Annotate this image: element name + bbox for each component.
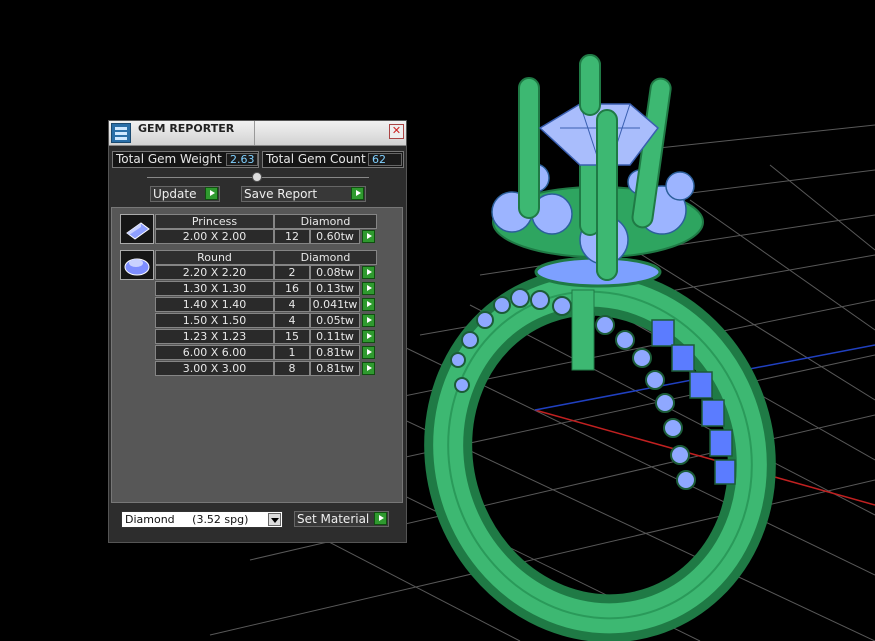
update-button[interactable]: Update xyxy=(150,186,220,202)
gem-size-cell: 1.50 X 1.50 xyxy=(155,313,274,328)
gem-size-cell: 2.20 X 2.20 xyxy=(155,265,274,280)
gem-count-cell: 4 xyxy=(274,313,310,328)
gem-count-cell: 1 xyxy=(274,345,310,360)
gem-size-cell: 1.40 X 1.40 xyxy=(155,297,274,312)
panel-slider-handle[interactable] xyxy=(252,172,262,182)
gem-size-cell: 1.30 X 1.30 xyxy=(155,281,274,296)
play-icon xyxy=(374,512,387,525)
select-gem-button[interactable] xyxy=(362,230,375,243)
play-icon xyxy=(205,187,218,200)
gem-weight-cell: 0.041tw xyxy=(310,297,360,312)
group-shape-header: Princess xyxy=(155,214,274,229)
gem-count-cell: 12 xyxy=(274,229,310,244)
gem-weight-cell: 0.05tw xyxy=(310,313,360,328)
gem-count-cell: 2 xyxy=(274,265,310,280)
set-material-button[interactable]: Set Material xyxy=(294,511,389,527)
total-gem-count-value: 62 xyxy=(368,153,402,166)
princess-gem-icon xyxy=(120,214,154,244)
total-gem-count: Total Gem Count 62 xyxy=(262,151,404,168)
close-icon[interactable]: ✕ xyxy=(389,124,404,139)
gem-count-cell: 16 xyxy=(274,281,310,296)
gem-weight-cell: 0.13tw xyxy=(310,281,360,296)
gem-size-cell: 3.00 X 3.00 xyxy=(155,361,274,376)
select-gem-button[interactable] xyxy=(362,330,375,343)
total-gem-weight-label: Total Gem Weight xyxy=(116,152,222,166)
group-material-header: Diamond xyxy=(274,250,377,265)
play-icon xyxy=(351,187,364,200)
set-material-button-label: Set Material xyxy=(297,512,370,526)
group-material-header: Diamond xyxy=(274,214,377,229)
gem-count-cell: 4 xyxy=(274,297,310,312)
gem-weight-cell: 0.81tw xyxy=(310,361,360,376)
gem-count-cell: 15 xyxy=(274,329,310,344)
total-gem-count-label: Total Gem Count xyxy=(266,152,366,166)
gem-weight-cell: 0.60tw xyxy=(310,229,360,244)
gem-list: Princess Diamond 2.00 X 2.00 12 0.60tw R… xyxy=(111,207,403,503)
save-report-button[interactable]: Save Report xyxy=(241,186,366,202)
total-gem-weight: Total Gem Weight 2.63 xyxy=(112,151,259,168)
select-gem-button[interactable] xyxy=(362,346,375,359)
select-gem-button[interactable] xyxy=(362,266,375,279)
update-button-label: Update xyxy=(153,187,197,201)
round-gem-icon xyxy=(120,250,154,280)
title-divider xyxy=(254,121,255,145)
gem-reporter-panel: GEM REPORTER ✕ Total Gem Weight 2.63 Tot… xyxy=(108,120,407,543)
window-title: GEM REPORTER xyxy=(138,122,235,135)
select-gem-button[interactable] xyxy=(362,314,375,327)
gem-weight-cell: 0.81tw xyxy=(310,345,360,360)
gem-size-cell: 1.23 X 1.23 xyxy=(155,329,274,344)
gem-reporter-icon xyxy=(111,123,131,143)
material-select-value: Diamond (3.52 spg) xyxy=(125,513,249,526)
select-gem-button[interactable] xyxy=(362,298,375,311)
save-report-button-label: Save Report xyxy=(244,187,318,201)
gem-weight-cell: 0.08tw xyxy=(310,265,360,280)
gem-count-cell: 8 xyxy=(274,361,310,376)
group-shape-header: Round xyxy=(155,250,274,265)
select-gem-button[interactable] xyxy=(362,362,375,375)
gem-size-cell: 2.00 X 2.00 xyxy=(155,229,274,244)
material-select[interactable]: Diamond (3.52 spg) xyxy=(121,511,283,528)
chevron-down-icon[interactable] xyxy=(268,513,281,526)
select-gem-button[interactable] xyxy=(362,282,375,295)
title-bar[interactable]: GEM REPORTER ✕ xyxy=(109,121,406,146)
gem-weight-cell: 0.11tw xyxy=(310,329,360,344)
gem-size-cell: 6.00 X 6.00 xyxy=(155,345,274,360)
total-gem-weight-value: 2.63 xyxy=(226,153,258,166)
